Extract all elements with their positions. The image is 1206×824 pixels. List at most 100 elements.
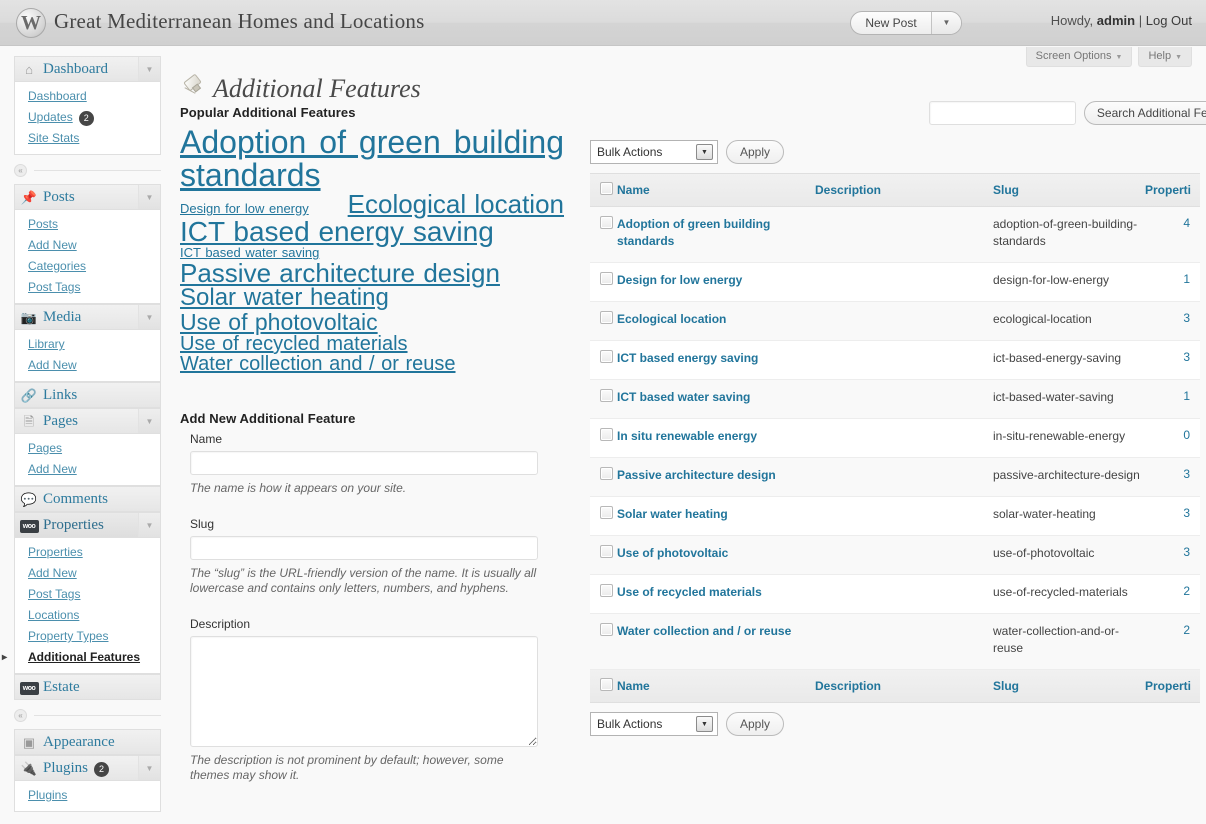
row-name-link[interactable]: Water collection and / or reuse bbox=[617, 623, 791, 640]
sidebar-subitem-plugins[interactable]: Plugins bbox=[15, 785, 160, 806]
chevron-down-icon[interactable]: ▼ bbox=[696, 716, 713, 732]
description-textarea[interactable] bbox=[190, 636, 538, 748]
row-count-link[interactable]: 0 bbox=[1183, 428, 1190, 442]
table-row[interactable]: Water collection and / or reuse water-col… bbox=[590, 613, 1200, 670]
row-checkbox[interactable] bbox=[600, 350, 613, 363]
sidebar-subitem-add-new[interactable]: Add New bbox=[15, 235, 160, 256]
row-checkbox[interactable] bbox=[600, 623, 613, 636]
sidebar-item-links[interactable]: 🔗 Links bbox=[14, 382, 161, 408]
new-post-button[interactable]: New Post ▼ bbox=[850, 11, 962, 35]
sidebar-subitem-updates[interactable]: Updates 2 bbox=[15, 107, 160, 128]
row-count-link[interactable]: 3 bbox=[1183, 350, 1190, 364]
row-name-link[interactable]: Adoption of green building standards bbox=[617, 216, 815, 250]
tag-cloud-link[interactable]: Use of photovoltaic bbox=[180, 310, 378, 334]
sidebar-item-pages[interactable]: 🗎 Pages ▼ bbox=[14, 408, 161, 434]
sidebar-subitem-post-tags[interactable]: Post Tags bbox=[15, 277, 160, 298]
table-row[interactable]: ICT based energy saving ict-based-energy-… bbox=[590, 340, 1200, 380]
table-row[interactable]: ICT based water saving ict-based-water-sa… bbox=[590, 379, 1200, 419]
chevron-down-icon[interactable]: ▼ bbox=[138, 756, 160, 780]
apply-button-bottom[interactable]: Apply bbox=[726, 712, 785, 736]
row-name-link[interactable]: Ecological location bbox=[617, 311, 726, 328]
column-header-slug[interactable]: Slug bbox=[993, 173, 1145, 207]
sidebar-item-dashboard[interactable]: ⌂ Dashboard ▼ bbox=[14, 56, 161, 82]
bulk-actions-select-top[interactable]: Bulk Actions ▼ bbox=[590, 140, 718, 164]
tag-cloud-link[interactable]: Adoption of green building standards bbox=[180, 126, 564, 191]
search-input[interactable] bbox=[928, 101, 1076, 125]
row-name-link[interactable]: Use of photovoltaic bbox=[617, 545, 728, 562]
table-row[interactable]: Passive architecture design passive-archi… bbox=[590, 457, 1200, 497]
sidebar-item-plugins[interactable]: 🔌 Plugins 2 ▼ bbox=[14, 755, 161, 781]
column-header-properties[interactable]: Properti bbox=[1145, 173, 1200, 207]
username[interactable]: admin bbox=[1097, 13, 1135, 28]
column-header-description[interactable]: Description bbox=[815, 173, 993, 207]
row-checkbox[interactable] bbox=[600, 216, 613, 229]
sidebar-item-media[interactable]: 📷 Media ▼ bbox=[14, 304, 161, 330]
sidebar-subitem-posts[interactable]: Posts bbox=[15, 214, 160, 235]
row-checkbox[interactable] bbox=[600, 311, 613, 324]
row-count-link[interactable]: 1 bbox=[1183, 272, 1190, 286]
row-count-link[interactable]: 2 bbox=[1183, 584, 1190, 598]
sidebar-subitem-post-tags[interactable]: Post Tags bbox=[15, 584, 160, 605]
chevron-down-icon[interactable]: ▼ bbox=[138, 409, 160, 433]
chevron-down-icon[interactable]: ▼ bbox=[138, 305, 160, 329]
row-count-link[interactable]: 3 bbox=[1183, 311, 1190, 325]
column-footer-name[interactable]: Name bbox=[617, 669, 815, 703]
row-checkbox[interactable] bbox=[600, 272, 613, 285]
slug-input[interactable] bbox=[190, 536, 538, 561]
sidebar-item-appearance[interactable]: ▣ Appearance bbox=[14, 729, 161, 755]
sidebar-subitem-categories[interactable]: Categories bbox=[15, 256, 160, 277]
chevron-down-icon[interactable]: ▼ bbox=[138, 513, 160, 537]
row-checkbox[interactable] bbox=[600, 389, 613, 402]
select-all-checkbox[interactable] bbox=[600, 182, 613, 195]
row-name-link[interactable]: ICT based energy saving bbox=[617, 350, 758, 367]
chevron-down-icon[interactable]: ▼ bbox=[931, 12, 961, 34]
collapse-menu-button-2[interactable]: « bbox=[14, 709, 27, 722]
name-input[interactable] bbox=[190, 451, 538, 476]
row-count-link[interactable]: 4 bbox=[1183, 216, 1190, 230]
row-name-link[interactable]: Passive architecture design bbox=[617, 467, 776, 484]
tag-cloud-link[interactable]: Design for low energy bbox=[180, 202, 309, 216]
wordpress-logo-icon[interactable]: W bbox=[16, 8, 46, 38]
row-checkbox[interactable] bbox=[600, 428, 613, 441]
sidebar-subitem-properties[interactable]: Properties bbox=[15, 542, 160, 563]
row-checkbox[interactable] bbox=[600, 467, 613, 480]
sidebar-subitem-add-new[interactable]: Add New bbox=[15, 355, 160, 376]
sidebar-subitem-library[interactable]: Library bbox=[15, 334, 160, 355]
sidebar-subitem-add-new[interactable]: Add New bbox=[15, 459, 160, 480]
apply-button-top[interactable]: Apply bbox=[726, 140, 785, 164]
sidebar-item-estate[interactable]: woo Estate bbox=[14, 674, 161, 700]
column-footer-slug[interactable]: Slug bbox=[993, 669, 1145, 703]
table-row[interactable]: Use of recycled materials use-of-recycled… bbox=[590, 574, 1200, 614]
table-row[interactable]: Design for low energy design-for-low-ener… bbox=[590, 262, 1200, 302]
table-row[interactable]: Use of photovoltaic use-of-photovoltaic 3 bbox=[590, 535, 1200, 575]
column-footer-properties[interactable]: Properti bbox=[1145, 669, 1200, 703]
tag-cloud-link[interactable]: Use of recycled materials bbox=[180, 334, 408, 355]
bulk-actions-select-bottom[interactable]: Bulk Actions ▼ bbox=[590, 712, 718, 736]
sidebar-subitem-pages[interactable]: Pages bbox=[15, 438, 160, 459]
chevron-down-icon[interactable]: ▼ bbox=[138, 185, 160, 209]
row-count-link[interactable]: 3 bbox=[1183, 467, 1190, 481]
table-row[interactable]: In situ renewable energy in-situ-renewabl… bbox=[590, 418, 1200, 458]
row-name-link[interactable]: Use of recycled materials bbox=[617, 584, 762, 601]
tag-cloud-link[interactable]: ICT based energy saving bbox=[180, 217, 494, 247]
row-checkbox[interactable] bbox=[600, 506, 613, 519]
tag-cloud-link[interactable]: Passive architecture design bbox=[180, 260, 500, 287]
row-checkbox[interactable] bbox=[600, 545, 613, 558]
sidebar-item-comments[interactable]: 💬 Comments bbox=[14, 486, 161, 512]
row-name-link[interactable]: Solar water heating bbox=[617, 506, 728, 523]
tag-cloud-link[interactable]: Solar water heating bbox=[180, 285, 389, 310]
sidebar-subitem-locations[interactable]: Locations bbox=[15, 605, 160, 626]
row-name-link[interactable]: Design for low energy bbox=[617, 272, 742, 289]
column-header-name[interactable]: Name bbox=[617, 173, 815, 207]
collapse-menu-button[interactable]: « bbox=[14, 164, 27, 177]
row-count-link[interactable]: 3 bbox=[1183, 506, 1190, 520]
sidebar-subitem-property-types[interactable]: Property Types bbox=[15, 626, 160, 647]
sidebar-subitem-dashboard[interactable]: Dashboard bbox=[15, 86, 160, 107]
sidebar-subitem-site-stats[interactable]: Site Stats bbox=[15, 128, 160, 149]
log-out-link[interactable]: Log Out bbox=[1146, 13, 1192, 28]
table-row[interactable]: Ecological location ecological-location 3 bbox=[590, 301, 1200, 341]
row-count-link[interactable]: 3 bbox=[1183, 545, 1190, 559]
sidebar-subitem-additional-features[interactable]: Additional Features bbox=[2, 647, 160, 668]
table-row[interactable]: Solar water heating solar-water-heating 3 bbox=[590, 496, 1200, 536]
row-count-link[interactable]: 2 bbox=[1183, 623, 1190, 637]
